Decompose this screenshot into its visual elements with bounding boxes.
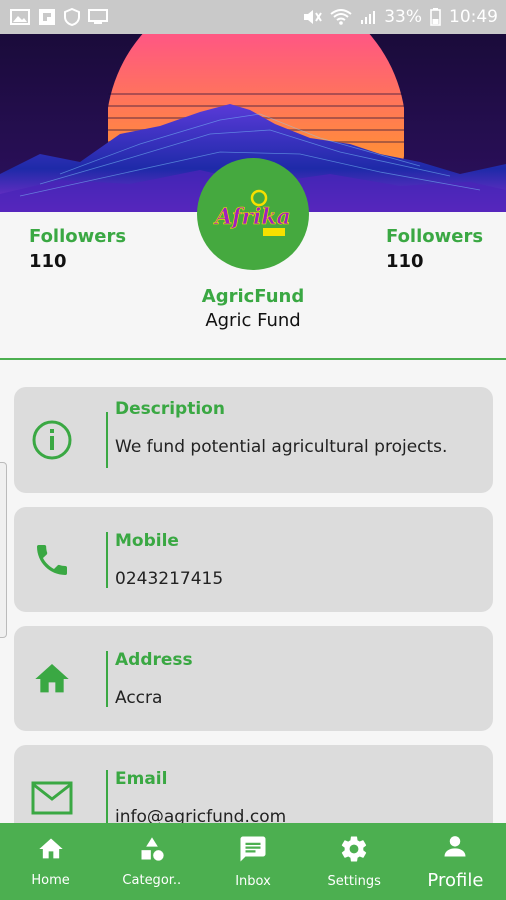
settings-icon [339,834,369,868]
battery-icon [430,8,441,26]
afrika-logo: Afrika [213,189,291,236]
profile-name: Agric Fund [205,310,301,331]
nav-label: Home [31,873,70,888]
info-icon [30,418,74,462]
section-divider [0,358,506,360]
nav-label: Profile [427,870,484,891]
card-divider [106,651,108,707]
card-title: Email [115,769,168,789]
followers-stat-right[interactable]: Followers 110 [386,226,483,272]
shield-icon [64,8,80,26]
address-card[interactable]: Address Accra [14,626,493,731]
nav-home[interactable]: Home [0,823,101,900]
monitor-icon [88,9,108,25]
svg-text:Afrika: Afrika [213,204,291,230]
nav-settings[interactable]: Settings [304,823,405,900]
mail-icon [30,776,74,820]
avatar[interactable]: Afrika [197,158,309,270]
card-title: Address [115,650,193,670]
nav-profile[interactable]: Profile [405,823,506,900]
profile-handle: AgricFund [201,286,305,307]
nav-categories[interactable]: Categor.. [101,823,202,900]
signal-icon [360,9,376,25]
image-icon [10,9,30,25]
wifi-icon [330,9,352,25]
home-icon [36,835,66,867]
followers-count: 110 [386,251,424,272]
followers-label: Followers [29,226,127,247]
bottom-navigation: Home Categor.. Inbox Settings Profile [0,823,506,900]
mute-icon [302,8,323,26]
card-title: Mobile [115,531,179,551]
nav-label: Categor.. [122,873,182,888]
card-value: 0243217415 [115,569,224,589]
card-divider [106,412,108,468]
card-value: We fund potential agricultural projects. [115,437,448,457]
description-card[interactable]: Description We fund potential agricultur… [14,387,493,493]
phone-icon [30,538,74,582]
battery-percent: 33% [384,7,422,27]
drawer-handle[interactable] [0,462,7,638]
nav-label: Inbox [235,874,271,889]
card-value: Accra [115,688,163,708]
card-divider [106,532,108,588]
home-icon [30,657,74,701]
status-bar: 33% 10:49 [0,0,506,34]
nav-inbox[interactable]: Inbox [202,823,303,900]
categories-icon [137,835,167,867]
nav-label: Settings [327,874,381,889]
mobile-card[interactable]: Mobile 0243217415 [14,507,493,612]
flipboard-icon [38,8,56,26]
followers-count: 110 [29,251,67,272]
profile-icon [441,832,469,864]
followers-label: Followers [386,226,484,247]
card-divider [106,770,108,826]
clock: 10:49 [449,7,498,27]
card-title: Description [115,399,225,419]
inbox-icon [238,834,268,868]
followers-stat-left[interactable]: Followers 110 [29,226,126,272]
